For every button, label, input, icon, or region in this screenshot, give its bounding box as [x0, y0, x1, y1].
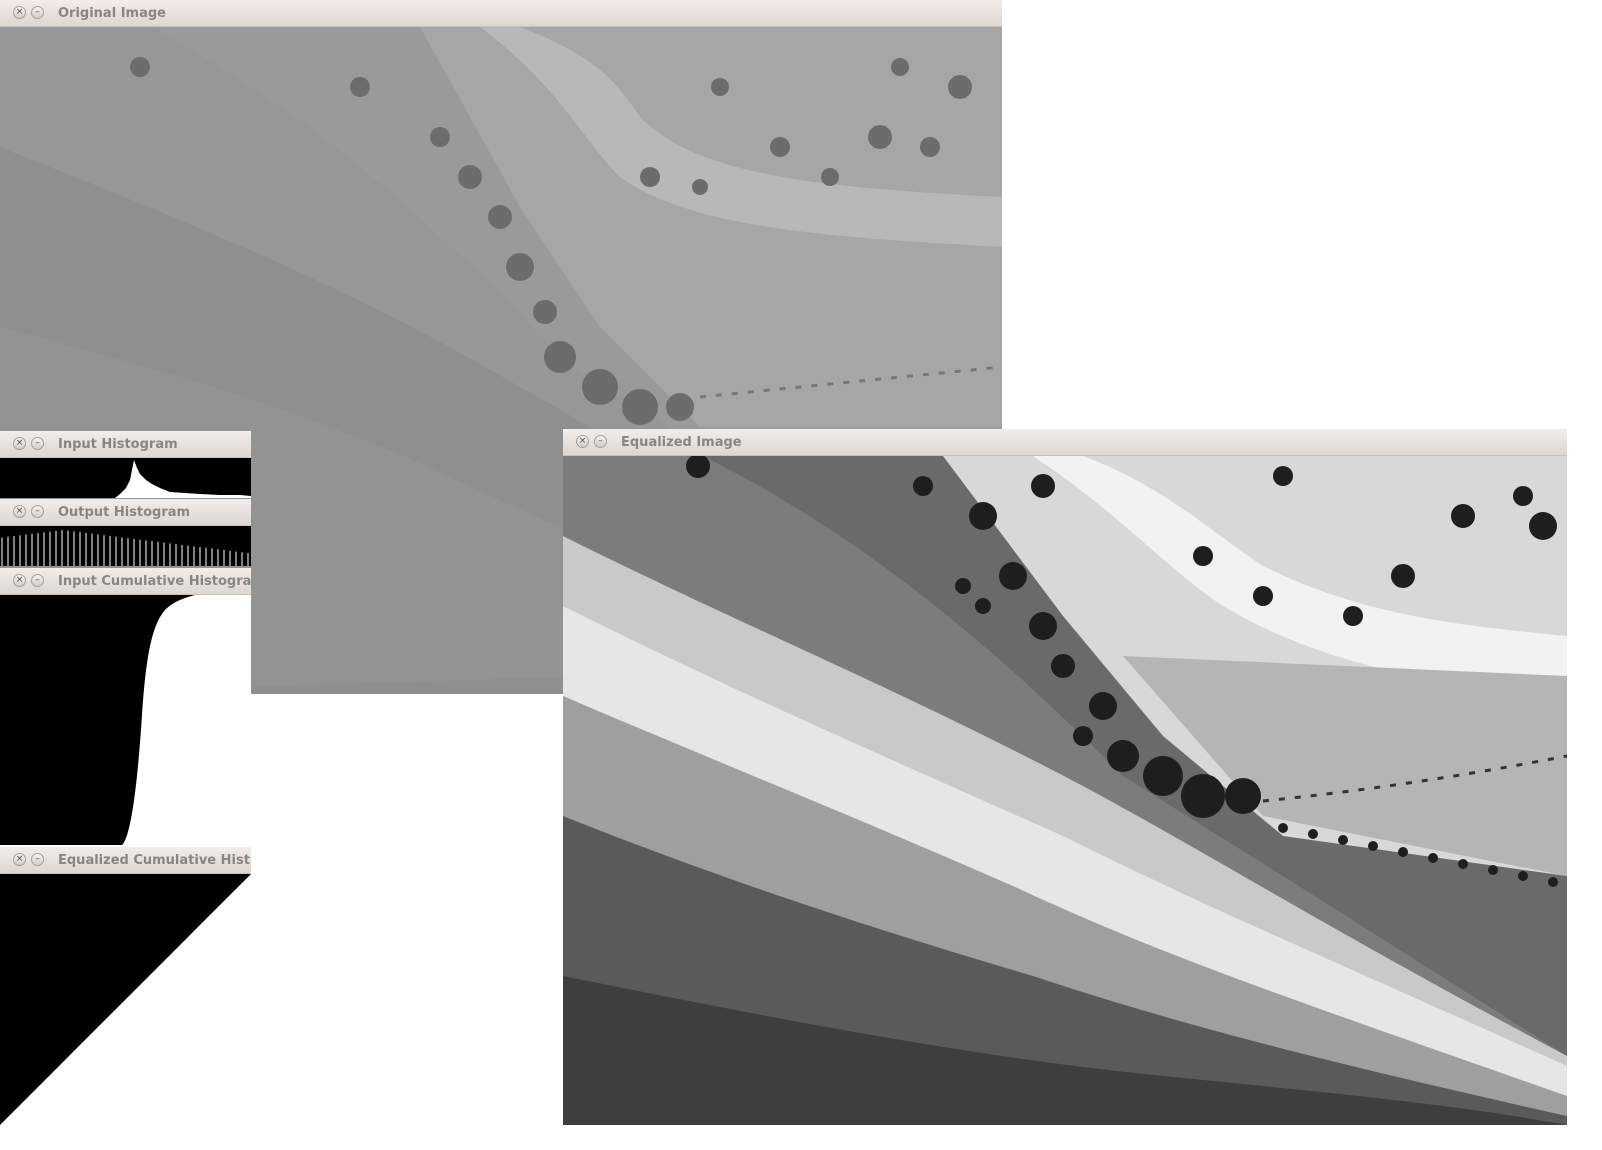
window-title: Equalized Image	[621, 435, 742, 450]
output-histogram-titlebar[interactable]: × – Output Histogram	[0, 499, 251, 526]
input-cumulative-titlebar[interactable]: × – Input Cumulative Histogra	[0, 568, 251, 595]
equalized-cumulative-plot	[0, 874, 251, 1125]
equalized-image-window: × – Equalized Image	[563, 429, 1567, 1125]
equalized-cumulative-histogram-window: × – Equalized Cumulative Hist	[0, 847, 251, 1125]
window-title: Input Histogram	[58, 437, 178, 452]
minimize-icon[interactable]: –	[31, 853, 44, 866]
original-image-titlebar[interactable]: × – Original Image	[0, 0, 1002, 27]
input-histogram-plot	[0, 458, 251, 498]
close-icon[interactable]: ×	[13, 437, 26, 450]
equalized-image	[563, 456, 1567, 1125]
output-histogram-window: × – Output Histogram	[0, 499, 251, 566]
minimize-icon[interactable]: –	[31, 437, 44, 450]
window-title: Original Image	[58, 6, 166, 21]
input-cumulative-histogram-window: × – Input Cumulative Histogra	[0, 568, 251, 845]
input-histogram-window: × – Input Histogram	[0, 431, 251, 498]
window-title: Input Cumulative Histogra	[58, 574, 251, 589]
equalized-cumulative-titlebar[interactable]: × – Equalized Cumulative Hist	[0, 847, 251, 874]
output-histogram-plot	[0, 526, 251, 566]
minimize-icon[interactable]: –	[31, 574, 44, 587]
input-cumulative-plot	[0, 595, 251, 845]
close-icon[interactable]: ×	[13, 6, 26, 19]
minimize-icon[interactable]: –	[31, 505, 44, 518]
equalized-image-titlebar[interactable]: × – Equalized Image	[563, 429, 1567, 456]
window-title: Output Histogram	[58, 505, 191, 520]
close-icon[interactable]: ×	[13, 853, 26, 866]
close-icon[interactable]: ×	[576, 435, 589, 448]
input-histogram-titlebar[interactable]: × – Input Histogram	[0, 431, 251, 458]
close-icon[interactable]: ×	[13, 505, 26, 518]
window-title: Equalized Cumulative Hist	[58, 853, 250, 868]
close-icon[interactable]: ×	[13, 574, 26, 587]
minimize-icon[interactable]: –	[31, 6, 44, 19]
minimize-icon[interactable]: –	[594, 435, 607, 448]
